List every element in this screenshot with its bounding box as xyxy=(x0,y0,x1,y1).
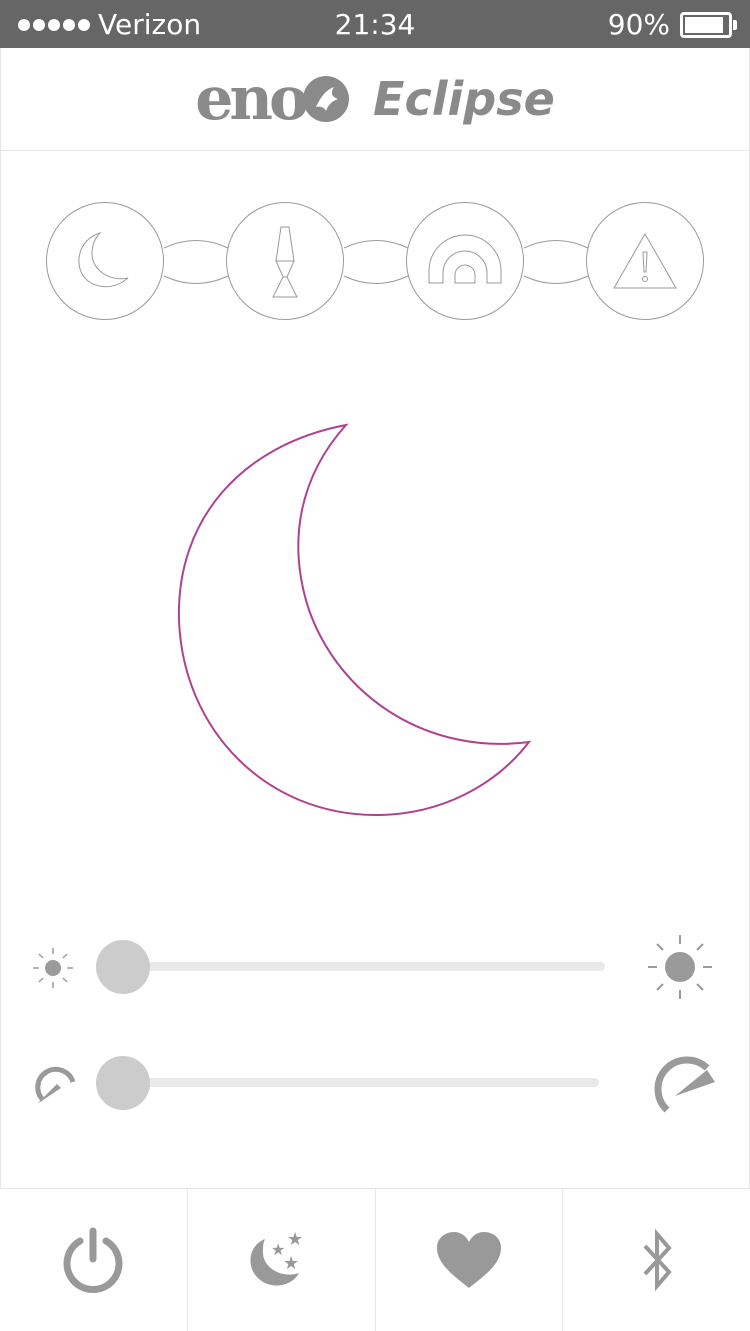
power-icon xyxy=(63,1227,123,1293)
svg-text:★: ★ xyxy=(283,1253,299,1274)
mode-moon-button[interactable] xyxy=(46,202,164,320)
brand-logo: eno Eclipse xyxy=(195,64,555,134)
favorites-button[interactable] xyxy=(376,1189,564,1331)
moon-icon xyxy=(78,232,129,288)
night-mode-button[interactable]: ★ ★ ★ xyxy=(188,1189,376,1331)
svg-text:★: ★ xyxy=(287,1229,303,1250)
current-mode-moon-icon xyxy=(177,423,532,817)
speedometer-slow-icon xyxy=(35,1066,76,1104)
mode-warning-button[interactable] xyxy=(586,202,704,320)
moon-stars-icon: ★ ★ ★ xyxy=(250,1229,303,1286)
bluetooth-icon xyxy=(643,1228,672,1292)
lava-lamp-icon xyxy=(272,226,298,298)
eagle-logo-icon xyxy=(303,76,350,122)
brightness-slider-thumb[interactable] xyxy=(96,940,150,994)
bluetooth-button[interactable] xyxy=(563,1189,750,1331)
brightness-slider-track[interactable] xyxy=(123,962,605,971)
main-panel xyxy=(0,150,750,1188)
speed-slider-row xyxy=(1,1052,749,1113)
heart-icon xyxy=(436,1232,501,1288)
warning-icon xyxy=(613,232,677,289)
battery-fill xyxy=(685,16,723,33)
sun-large-icon xyxy=(648,935,712,999)
speed-slider-thumb[interactable] xyxy=(96,1056,150,1110)
product-name: Eclipse xyxy=(373,72,555,126)
brightness-slider-row xyxy=(1,935,749,999)
speed-slider-track[interactable] xyxy=(123,1078,599,1087)
rainbow-icon xyxy=(428,234,502,284)
status-bar: Verizon 21:34 90% xyxy=(0,0,750,48)
app-header: eno Eclipse xyxy=(0,48,750,151)
battery-percent: 90% xyxy=(607,8,670,41)
brand-wordmark: eno xyxy=(195,64,309,134)
power-button[interactable] xyxy=(0,1189,188,1331)
mode-rainbow-button[interactable] xyxy=(406,202,524,320)
bottom-toolbar: ★ ★ ★ xyxy=(0,1188,750,1331)
speedometer-fast-icon xyxy=(654,1056,715,1113)
sun-small-icon xyxy=(33,948,73,988)
battery-icon xyxy=(680,11,737,38)
mode-selector xyxy=(46,201,706,323)
mode-lava-lamp-button[interactable] xyxy=(226,202,344,320)
battery-status: 90% xyxy=(607,8,737,41)
